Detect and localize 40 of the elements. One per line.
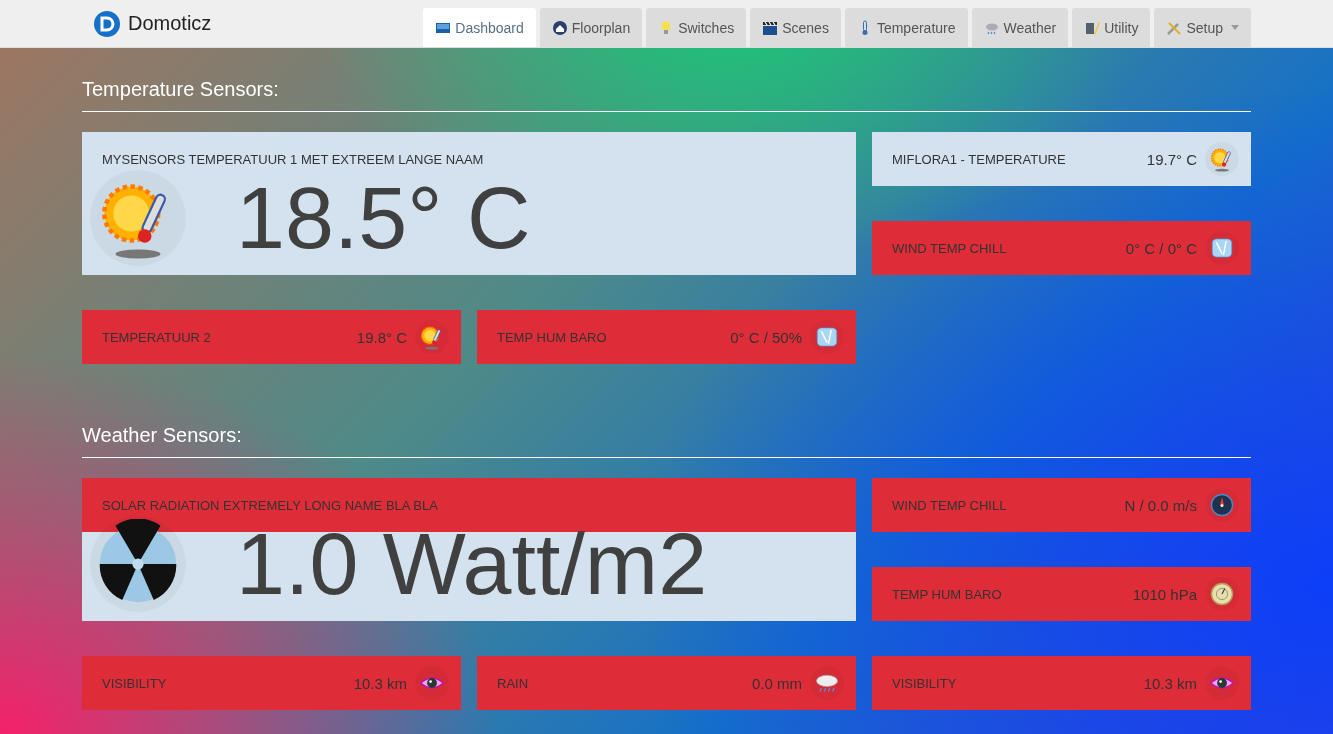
app-name: Domoticz (128, 12, 212, 35)
sensor-name: TEMP HUM BARO (892, 586, 1003, 602)
ruler-pencil-icon (1084, 19, 1101, 36)
wrench-screwdriver-icon (1166, 19, 1183, 36)
clapper-icon (762, 19, 779, 36)
sensor-value: 10.3 km (353, 674, 407, 692)
nav-tab[interactable]: Dashboard (423, 8, 536, 47)
sensor-value: 0° C / 50% (730, 328, 802, 346)
sensor-name: SOLAR RADIATION EXTREMELY LONG NAME BLA BLA (102, 497, 438, 513)
sensor-name: TEMP HUM BARO (497, 329, 608, 345)
nav-tab[interactable]: Setup (1154, 8, 1251, 47)
section-title: Weather Sensors: (82, 424, 1251, 458)
sensor-value: 1.0 Watt/m2 (236, 519, 708, 608)
nav-tab[interactable]: Switches (646, 8, 747, 47)
sensor-value: 10.3 km (1143, 674, 1197, 692)
sensor-name: RAIN (497, 675, 530, 691)
nav-tab[interactable]: Floorplan (539, 8, 643, 47)
nav-tab[interactable]: Temperature (844, 8, 968, 47)
sensor-name: TEMPERATUUR 2 (102, 329, 212, 345)
sensor-value: 1010 hPa (1132, 585, 1197, 603)
sensor-name: WIND TEMP CHILL (892, 497, 1008, 513)
sensor-name: VISIBILITY (102, 675, 168, 691)
sensor-value: 0° C / 0° C (1125, 239, 1197, 257)
sensor-name: MYSENSORS TEMPERATUUR 1 MET EXTREEM LANGE NAAM (102, 151, 484, 167)
nav-tab[interactable]: Scenes (750, 8, 841, 47)
nav-tab[interactable]: Utility (1072, 8, 1151, 47)
barometer-icon (1208, 580, 1236, 608)
sensor-value: 19.8° C (356, 328, 407, 346)
sensor-name: VISIBILITY (892, 675, 958, 691)
sensor-value: 19.7° C (1146, 150, 1197, 168)
sensor-value: 0.0 mm (752, 674, 802, 692)
compass-icon (1208, 491, 1236, 519)
section-title: Temperature Sensors: (82, 78, 1251, 112)
sensor-name: WIND TEMP CHILL (892, 240, 1008, 256)
sensor-name: MIFLORA1 - TEMPERATURE (892, 151, 1067, 167)
sensor-value: N / 0.0 m/s (1124, 496, 1197, 514)
house-icon (551, 19, 568, 36)
nav-tab[interactable]: Weather (971, 8, 1069, 47)
logo-icon (93, 9, 121, 38)
sensor-value: 18.5° C (236, 173, 531, 262)
